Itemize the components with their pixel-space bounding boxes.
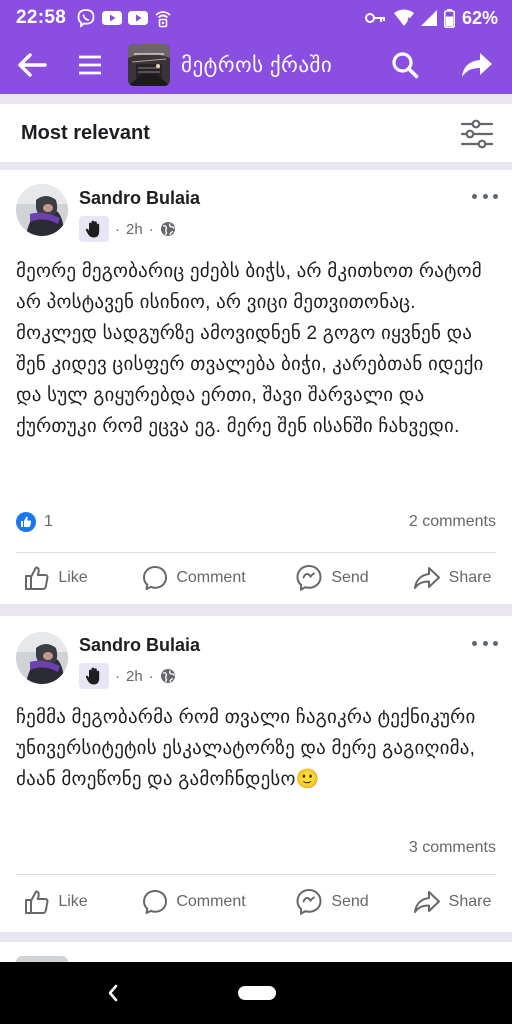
like-button[interactable]: Like bbox=[0, 556, 112, 600]
like-label: Like bbox=[58, 893, 88, 910]
nav-back-button[interactable] bbox=[101, 978, 125, 1008]
messenger-send-icon bbox=[296, 564, 322, 592]
hand-icon bbox=[79, 663, 109, 689]
share-label: Share bbox=[448, 893, 492, 910]
back-button[interactable] bbox=[0, 36, 64, 94]
comment-bubble-icon bbox=[143, 890, 168, 914]
comments-count[interactable]: 2 comments bbox=[409, 513, 496, 531]
send-label: Send bbox=[331, 569, 369, 586]
more-dots-icon bbox=[482, 193, 488, 199]
post-actions: Like Comment Send Share bbox=[0, 556, 512, 600]
comments-count[interactable]: 3 comments bbox=[409, 839, 496, 857]
post-card-peek bbox=[0, 942, 512, 962]
divider bbox=[16, 552, 496, 553]
post-text: ჩემმა მეგობარმა რომ თვალი ჩაგიკრა ტექნიკ… bbox=[16, 707, 476, 790]
post-time[interactable]: 2h bbox=[126, 221, 143, 238]
comment-label: Comment bbox=[176, 893, 246, 910]
signal-icon bbox=[420, 10, 437, 26]
filter-button[interactable] bbox=[460, 119, 494, 149]
hand-icon bbox=[79, 216, 109, 242]
sort-bar: Most relevant bbox=[0, 104, 512, 162]
sort-label[interactable]: Most relevant bbox=[21, 122, 150, 145]
messenger-send-icon bbox=[296, 888, 322, 916]
post-separator: · bbox=[148, 667, 154, 685]
post-meta: · 2h · bbox=[79, 216, 176, 242]
share-post-button[interactable]: Share bbox=[396, 556, 508, 600]
like-label: Like bbox=[58, 569, 88, 586]
menu-icon bbox=[79, 55, 101, 75]
group-cover-thumbnail[interactable] bbox=[128, 44, 170, 86]
more-dots-icon bbox=[472, 193, 477, 199]
share-icon bbox=[462, 53, 492, 77]
comment-bubble-icon bbox=[143, 566, 168, 590]
post-card: Sandro Bulaia · 2h · მეორე მეგობარიც ეძე… bbox=[0, 170, 512, 604]
menu-button[interactable] bbox=[60, 36, 120, 94]
more-options-button[interactable] bbox=[472, 633, 498, 653]
globe-icon bbox=[160, 669, 175, 683]
search-button[interactable] bbox=[382, 36, 428, 94]
wifi-icon bbox=[393, 9, 414, 27]
system-nav-bar bbox=[0, 962, 512, 1024]
viber-icon bbox=[76, 8, 96, 28]
share-arrow-icon bbox=[413, 567, 440, 589]
more-dots-icon bbox=[493, 640, 498, 646]
thumbs-up-icon bbox=[25, 566, 49, 590]
post-text: მეორე მეგობარიც ეძებს ბიჭს, არ მკითხოთ რ… bbox=[16, 261, 484, 437]
status-time: 22:58 bbox=[16, 7, 67, 28]
send-label: Send bbox=[331, 893, 369, 910]
app-bar: მეტროს ქრაში bbox=[0, 36, 512, 94]
like-reaction-icon bbox=[16, 512, 36, 532]
post-separator: · bbox=[115, 667, 120, 685]
comment-label: Comment bbox=[176, 569, 246, 586]
more-options-button[interactable] bbox=[472, 186, 498, 206]
post-actions: Like Comment Send Share bbox=[0, 880, 512, 924]
share-button[interactable] bbox=[452, 36, 502, 94]
back-arrow-icon bbox=[18, 53, 47, 77]
youtube-icon bbox=[102, 10, 123, 26]
avatar[interactable] bbox=[16, 184, 68, 236]
thumbs-up-icon bbox=[25, 890, 49, 914]
post-stats: 1 2 comments bbox=[16, 510, 496, 534]
avatar[interactable] bbox=[16, 632, 68, 684]
app-root: 22:58 62% მეტროს ქრაში Most relevant San… bbox=[0, 0, 512, 1024]
reactions-count: 1 bbox=[44, 513, 53, 530]
share-post-button[interactable]: Share bbox=[396, 880, 508, 924]
group-title[interactable]: მეტროს ქრაში bbox=[181, 53, 332, 78]
post-time: · bbox=[115, 220, 120, 238]
more-dots-icon bbox=[472, 640, 477, 646]
send-button[interactable]: Send bbox=[276, 556, 388, 600]
more-dots-icon bbox=[493, 193, 498, 199]
status-bar: 22:58 62% bbox=[0, 0, 512, 36]
post-author[interactable]: Sandro Bulaia bbox=[79, 188, 200, 209]
post-separator: · bbox=[148, 220, 154, 238]
reactions-summary[interactable]: 1 bbox=[16, 512, 53, 532]
post-card: Sandro Bulaia · 2h · ჩემმა მეგობარმა რომ… bbox=[0, 616, 512, 932]
search-icon bbox=[392, 52, 419, 79]
comment-button[interactable]: Comment bbox=[120, 880, 268, 924]
youtube-icon bbox=[128, 10, 149, 26]
battery-percent: 62% bbox=[461, 7, 498, 28]
post-time[interactable]: 2h bbox=[126, 668, 143, 685]
chevron-left-icon bbox=[108, 984, 118, 1002]
share-label: Share bbox=[448, 569, 492, 586]
nav-home-pill[interactable] bbox=[238, 986, 276, 1000]
post-author[interactable]: Sandro Bulaia bbox=[79, 635, 200, 656]
more-dots-icon bbox=[482, 640, 488, 646]
post-stats: 3 comments bbox=[16, 836, 496, 860]
post-meta: · 2h · bbox=[79, 663, 176, 689]
filter-sliders-icon bbox=[460, 119, 494, 149]
share-arrow-icon bbox=[413, 891, 440, 913]
battery-icon bbox=[443, 8, 455, 28]
wifi-calling-icon bbox=[154, 8, 172, 28]
key-icon bbox=[364, 11, 387, 25]
globe-icon bbox=[160, 222, 175, 236]
like-button[interactable]: Like bbox=[0, 880, 112, 924]
send-button[interactable]: Send bbox=[276, 880, 388, 924]
divider bbox=[16, 874, 496, 875]
comment-button[interactable]: Comment bbox=[120, 556, 268, 600]
